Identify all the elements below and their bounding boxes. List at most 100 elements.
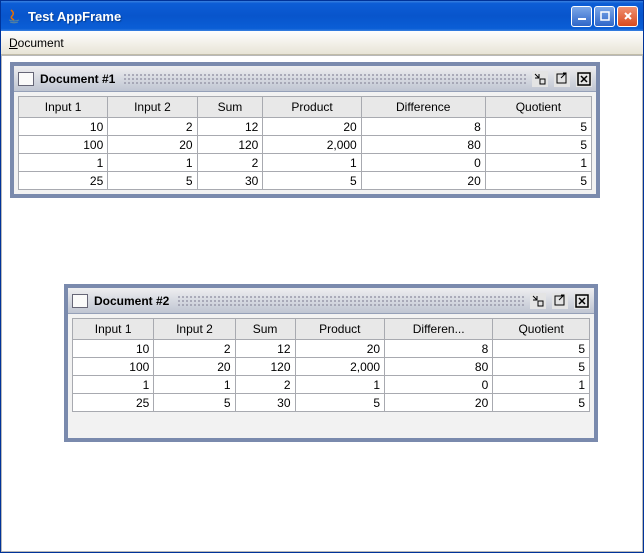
cell[interactable]: 10 [19, 118, 108, 136]
cell[interactable]: 5 [485, 118, 591, 136]
cell[interactable]: 8 [385, 340, 493, 358]
cell[interactable]: 5 [154, 394, 235, 412]
content-pad [72, 412, 590, 434]
cell[interactable]: 1 [73, 376, 154, 394]
cell[interactable]: 30 [235, 394, 295, 412]
col-difference[interactable]: Differen... [385, 319, 493, 340]
menubar: Document [1, 31, 643, 55]
col-quotient[interactable]: Quotient [485, 97, 591, 118]
cell[interactable]: 1 [295, 376, 385, 394]
iconify-button[interactable] [532, 71, 548, 87]
table-row[interactable]: 100 20 120 2,000 80 5 [19, 136, 592, 154]
internal-frame-title: Document #2 [94, 294, 169, 308]
cell[interactable]: 2,000 [295, 358, 385, 376]
internal-frame-doc1[interactable]: Document #1 [10, 62, 600, 198]
cell[interactable]: 0 [361, 154, 485, 172]
cell[interactable]: 20 [361, 172, 485, 190]
cell[interactable]: 5 [493, 394, 590, 412]
iconify-button[interactable] [530, 293, 546, 309]
cell[interactable]: 12 [197, 118, 263, 136]
col-input2[interactable]: Input 2 [108, 97, 197, 118]
java-icon [6, 8, 22, 24]
cell[interactable]: 1 [154, 376, 235, 394]
close-internal-button[interactable] [574, 293, 590, 309]
cell[interactable]: 2 [108, 118, 197, 136]
cell[interactable]: 120 [235, 358, 295, 376]
cell[interactable]: 100 [73, 358, 154, 376]
table-header-row: Input 1 Input 2 Sum Product Differen... … [73, 319, 590, 340]
menu-document[interactable]: Document [9, 36, 64, 50]
cell[interactable]: 30 [197, 172, 263, 190]
cell[interactable]: 80 [385, 358, 493, 376]
col-sum[interactable]: Sum [235, 319, 295, 340]
document-icon [18, 72, 34, 86]
cell[interactable]: 5 [295, 394, 385, 412]
cell[interactable]: 80 [361, 136, 485, 154]
cell[interactable]: 5 [493, 358, 590, 376]
minimize-button[interactable] [571, 6, 592, 27]
data-table-doc1[interactable]: Input 1 Input 2 Sum Product Difference Q… [18, 96, 592, 190]
cell[interactable]: 20 [263, 118, 361, 136]
cell[interactable]: 20 [108, 136, 197, 154]
cell[interactable]: 2 [154, 340, 235, 358]
table-row[interactable]: 25 5 30 5 20 5 [19, 172, 592, 190]
cell[interactable]: 25 [73, 394, 154, 412]
table-row[interactable]: 10 2 12 20 8 5 [73, 340, 590, 358]
table-row[interactable]: 25 5 30 5 20 5 [73, 394, 590, 412]
desktop-pane[interactable]: Document #1 [1, 55, 643, 552]
table-row[interactable]: 1 1 2 1 0 1 [73, 376, 590, 394]
cell[interactable]: 1 [485, 154, 591, 172]
close-button[interactable] [617, 6, 638, 27]
table-row[interactable]: 100 20 120 2,000 80 5 [73, 358, 590, 376]
internal-frame-title: Document #1 [40, 72, 115, 86]
cell[interactable]: 5 [485, 136, 591, 154]
drag-handle[interactable] [177, 295, 524, 307]
col-product[interactable]: Product [263, 97, 361, 118]
maximize-internal-button[interactable] [554, 71, 570, 87]
cell[interactable]: 20 [154, 358, 235, 376]
drag-handle[interactable] [123, 73, 526, 85]
cell[interactable]: 5 [485, 172, 591, 190]
cell[interactable]: 2 [197, 154, 263, 172]
data-table-doc2[interactable]: Input 1 Input 2 Sum Product Differen... … [72, 318, 590, 412]
cell[interactable]: 25 [19, 172, 108, 190]
maximize-internal-button[interactable] [552, 293, 568, 309]
internal-frame-titlebar[interactable]: Document #2 [68, 288, 594, 314]
col-input1[interactable]: Input 1 [19, 97, 108, 118]
internal-frame-titlebar[interactable]: Document #1 [14, 66, 596, 92]
cell[interactable]: 12 [235, 340, 295, 358]
cell[interactable]: 2 [235, 376, 295, 394]
cell[interactable]: 5 [493, 340, 590, 358]
col-input1[interactable]: Input 1 [73, 319, 154, 340]
cell[interactable]: 2,000 [263, 136, 361, 154]
col-input2[interactable]: Input 2 [154, 319, 235, 340]
cell[interactable]: 10 [73, 340, 154, 358]
cell[interactable]: 8 [361, 118, 485, 136]
table-row[interactable]: 1 1 2 1 0 1 [19, 154, 592, 172]
maximize-button[interactable] [594, 6, 615, 27]
table-header-row: Input 1 Input 2 Sum Product Difference Q… [19, 97, 592, 118]
cell[interactable]: 20 [385, 394, 493, 412]
close-internal-button[interactable] [576, 71, 592, 87]
window-buttons [571, 6, 638, 27]
col-product[interactable]: Product [295, 319, 385, 340]
cell[interactable]: 1 [108, 154, 197, 172]
cell[interactable]: 100 [19, 136, 108, 154]
document-icon [72, 294, 88, 308]
cell[interactable]: 120 [197, 136, 263, 154]
internal-frame-buttons [532, 71, 592, 87]
cell[interactable]: 5 [108, 172, 197, 190]
cell[interactable]: 20 [295, 340, 385, 358]
cell[interactable]: 1 [19, 154, 108, 172]
cell[interactable]: 1 [263, 154, 361, 172]
titlebar[interactable]: Test AppFrame [1, 1, 643, 31]
col-quotient[interactable]: Quotient [493, 319, 590, 340]
col-sum[interactable]: Sum [197, 97, 263, 118]
cell[interactable]: 5 [263, 172, 361, 190]
internal-frame-doc2[interactable]: Document #2 [64, 284, 598, 442]
cell[interactable]: 1 [493, 376, 590, 394]
cell[interactable]: 0 [385, 376, 493, 394]
internal-frame-buttons [530, 293, 590, 309]
col-difference[interactable]: Difference [361, 97, 485, 118]
table-row[interactable]: 10 2 12 20 8 5 [19, 118, 592, 136]
